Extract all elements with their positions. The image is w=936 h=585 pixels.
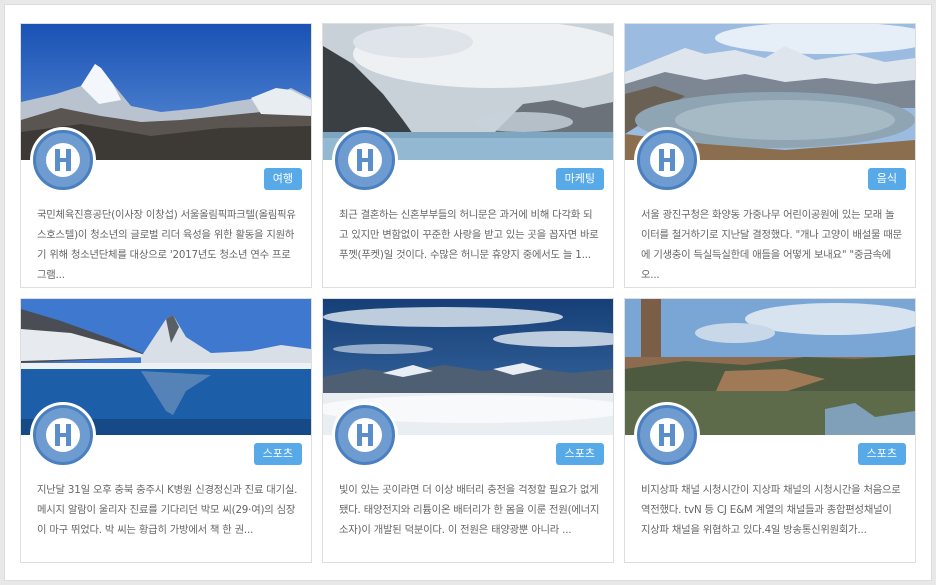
logo-h-icon bbox=[46, 143, 80, 177]
post-card[interactable]: 스포츠 비지상파 채널 시청시간이 지상파 채널의 시청시간을 처음으로 역전했… bbox=[624, 298, 916, 563]
post-card[interactable]: 스포츠 지난달 31일 오후 충북 충주시 K병원 신경정신과 진료 대기실. … bbox=[20, 298, 312, 563]
category-tag[interactable]: 스포츠 bbox=[253, 443, 302, 465]
post-card[interactable]: 마케팅 최근 결혼하는 신혼부부들의 허니문은 과거에 비해 다각화 되고 있지… bbox=[322, 23, 614, 288]
author-avatar[interactable] bbox=[30, 127, 96, 193]
logo-h-icon bbox=[46, 418, 80, 452]
post-excerpt[interactable]: 최근 결혼하는 신혼부부들의 허니문은 과거에 비해 다각화 되고 있지만 변함… bbox=[339, 205, 601, 265]
card-grid: 여행 국민체육진흥공단(이사장 이창섭) 서울올림픽파크텔(올림픽유스호스텔)이… bbox=[4, 4, 932, 581]
author-avatar[interactable] bbox=[634, 127, 700, 193]
post-card[interactable]: 스포츠 빛이 있는 곳이라면 더 이상 배터리 충전을 걱정할 필요가 없게 됐… bbox=[322, 298, 614, 563]
post-excerpt[interactable]: 비지상파 채널 시청시간이 지상파 채널의 시청시간을 처음으로 역전했다. t… bbox=[641, 480, 903, 540]
post-card[interactable]: 여행 국민체육진흥공단(이사장 이창섭) 서울올림픽파크텔(올림픽유스호스텔)이… bbox=[20, 23, 312, 288]
category-tag[interactable]: 마케팅 bbox=[555, 168, 604, 190]
post-excerpt[interactable]: 국민체육진흥공단(이사장 이창섭) 서울올림픽파크텔(올림픽유스호스텔)이 청소… bbox=[37, 205, 299, 285]
category-tag[interactable]: 음식 bbox=[867, 168, 906, 190]
post-excerpt[interactable]: 서울 광진구청은 화양동 가중나무 어린이공원에 있는 모래 놀이터를 철거하기… bbox=[641, 205, 903, 285]
post-excerpt[interactable]: 지난달 31일 오후 충북 충주시 K병원 신경정신과 진료 대기실. 메시지 … bbox=[37, 480, 299, 540]
author-avatar[interactable] bbox=[332, 127, 398, 193]
logo-h-icon bbox=[650, 418, 684, 452]
category-tag[interactable]: 여행 bbox=[263, 168, 302, 190]
author-avatar[interactable] bbox=[634, 402, 700, 468]
logo-h-icon bbox=[348, 143, 382, 177]
author-avatar[interactable] bbox=[30, 402, 96, 468]
post-card[interactable]: 음식 서울 광진구청은 화양동 가중나무 어린이공원에 있는 모래 놀이터를 철… bbox=[624, 23, 916, 288]
category-tag[interactable]: 스포츠 bbox=[857, 443, 906, 465]
category-tag[interactable]: 스포츠 bbox=[555, 443, 604, 465]
author-avatar[interactable] bbox=[332, 402, 398, 468]
logo-h-icon bbox=[650, 143, 684, 177]
post-excerpt[interactable]: 빛이 있는 곳이라면 더 이상 배터리 충전을 걱정할 필요가 없게 됐다. 태… bbox=[339, 480, 601, 540]
logo-h-icon bbox=[348, 418, 382, 452]
